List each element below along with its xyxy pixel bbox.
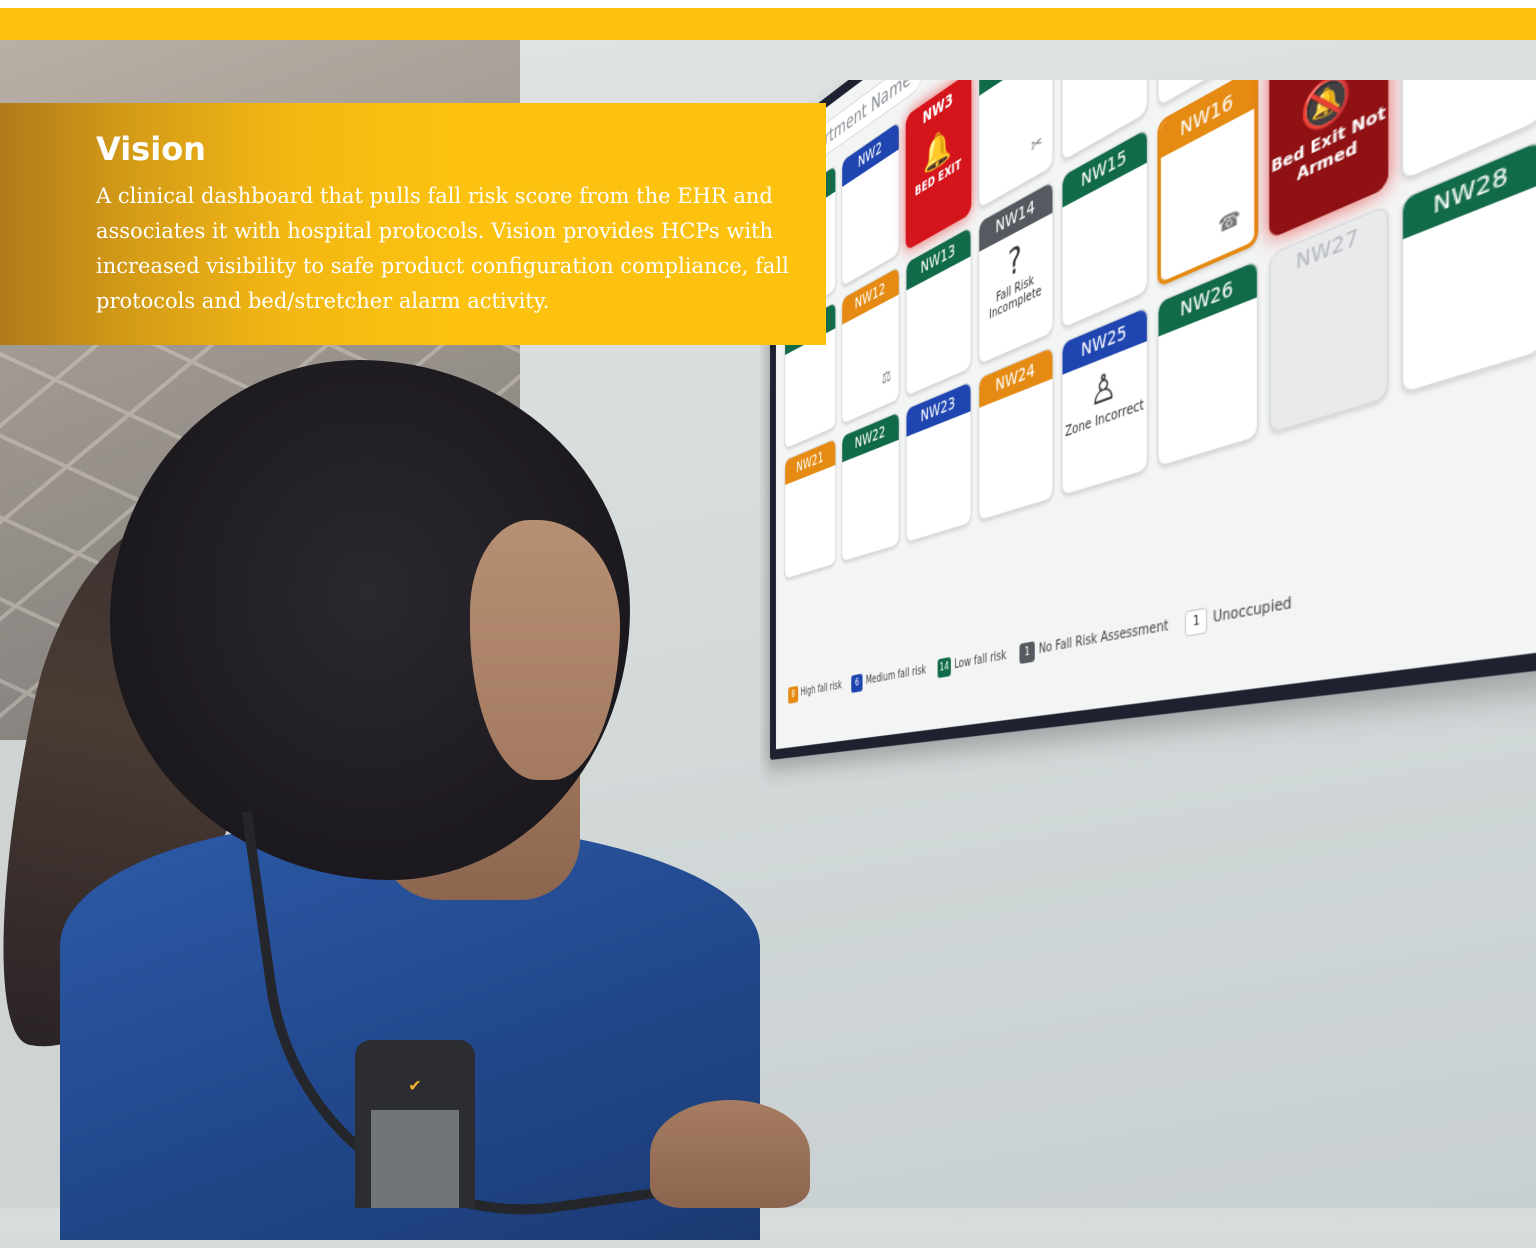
room-tile[interactable]: NW25 ♙ Zone Incorrect: [1061, 305, 1149, 497]
room-tile[interactable]: NW14? Fall Risk Incomplete: [978, 179, 1054, 366]
room-tile[interactable]: NW24: [978, 345, 1054, 522]
room-tile[interactable]: NW12 ⚖: [841, 265, 900, 425]
scale-icon: ⚖: [881, 366, 892, 389]
monitor-viewport: Department Name NW1NW2NW3🔔BED EXITNW4✂NW…: [760, 80, 1536, 860]
header-band: [0, 8, 1536, 40]
device-screen: [371, 1110, 459, 1208]
legend-count: 8: [788, 685, 799, 704]
legend-count: 14: [937, 656, 951, 679]
room-tile[interactable]: NW23: [905, 380, 972, 544]
room-tile[interactable]: NW21: [784, 438, 837, 580]
legend-label: High fall risk: [800, 679, 842, 699]
legend-label: Low fall risk: [954, 648, 1007, 672]
room-tile[interactable]: NW16 ☎: [1157, 80, 1259, 288]
nurse-call-icon: ☎: [1218, 205, 1241, 240]
legend-item: 1 Unoccupied: [1185, 591, 1292, 638]
room-tile[interactable]: NW28: [1401, 137, 1536, 395]
handheld-device: ✔: [355, 1040, 475, 1208]
room-tile[interactable]: NW27: [1269, 203, 1389, 435]
nurse-hand: [650, 1100, 810, 1208]
device-logo-icon: ✔: [408, 1076, 422, 1095]
card-title: Vision: [96, 130, 206, 168]
room-tile[interactable]: NW2: [841, 120, 900, 288]
legend-label: Unoccupied: [1212, 595, 1292, 627]
legend-item: 14 Low fall risk: [937, 646, 1007, 679]
room-grid: NW1NW2NW3🔔BED EXITNW4✂NW5NW6NW7NW8NW9NW1…: [784, 80, 1536, 580]
vision-info-card: Vision A clinical dashboard that pulls f…: [0, 103, 826, 345]
card-description: A clinical dashboard that pulls fall ris…: [96, 184, 789, 313]
legend-item: 8 High fall risk: [788, 677, 842, 704]
room-tile[interactable]: NW3 🔔 BED EXIT: [905, 80, 972, 251]
legend-count: 6: [851, 673, 863, 693]
room-tile[interactable]: NW22: [841, 411, 900, 563]
dashboard-monitor: Department Name NW1NW2NW3🔔BED EXITNW4✂NW…: [770, 80, 1536, 761]
top-white-strip: [0, 0, 1536, 8]
legend-count: 1: [1019, 641, 1035, 665]
room-label: NW4: [979, 80, 1053, 96]
room-tile[interactable]: NW26: [1157, 259, 1259, 468]
legend-item: 6 Medium fall risk: [851, 662, 927, 693]
room-tile[interactable]: NW15: [1061, 127, 1149, 330]
legend-item: 1 No Fall Risk Assessment: [1019, 616, 1169, 665]
legend-label: Medium fall risk: [865, 663, 927, 688]
legend-count: 1: [1185, 607, 1208, 638]
room-tile[interactable]: NW13: [905, 225, 972, 398]
legend-label: No Fall Risk Assessment: [1038, 618, 1169, 657]
tools-icon: ✂: [1031, 130, 1043, 158]
room-label: NW21: [785, 439, 836, 485]
room-status: 🔕 Bed Exit Not Armed: [1271, 80, 1387, 197]
risk-legend: 8 High fall risk 6 Medium fall risk 14 Low fa…: [788, 591, 1292, 705]
